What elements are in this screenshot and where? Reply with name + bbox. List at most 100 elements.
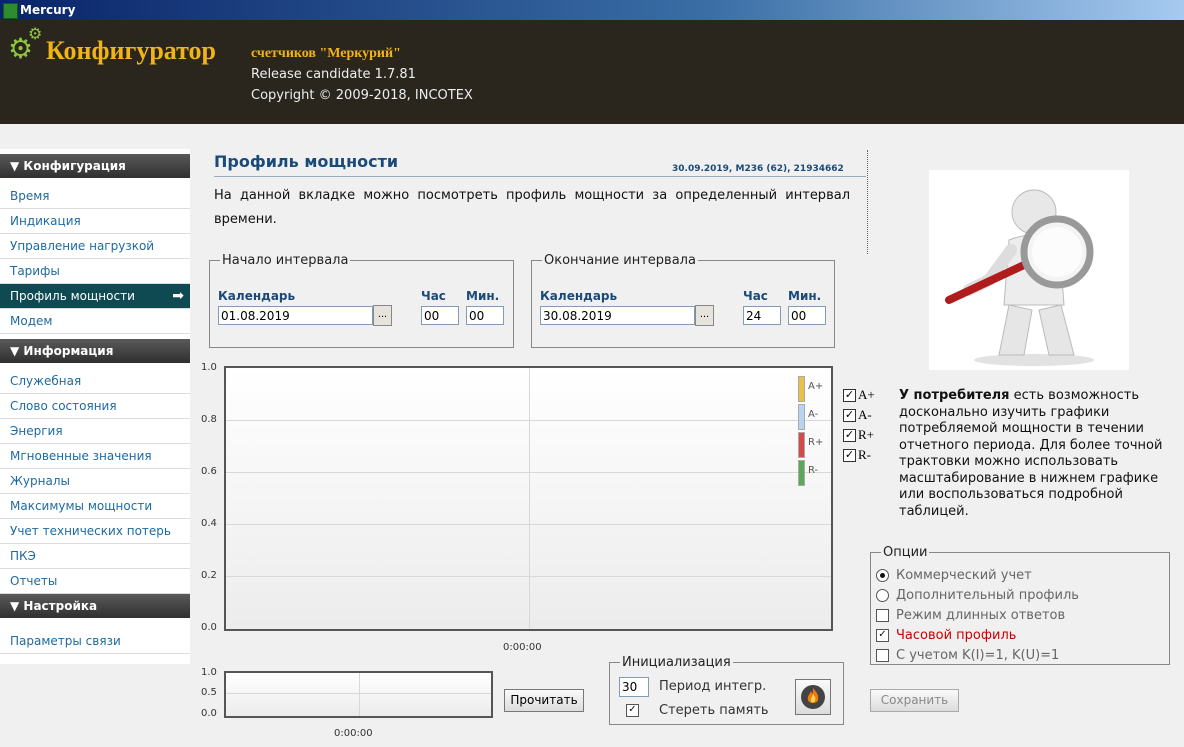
end-date-input[interactable]: 30.08.2019 — [540, 306, 695, 325]
sidebar-item-indication[interactable]: Индикация — [0, 209, 190, 234]
sidebar-item-label: Профиль мощности — [10, 289, 135, 303]
toggle-a-plus-label: A+ — [858, 387, 875, 402]
sidebar-item-load-control[interactable]: Управление нагрузкой — [0, 234, 190, 259]
window-title-bar: Mercury — [0, 0, 1184, 20]
hourly-profile-checkbox[interactable]: ✓ — [876, 629, 889, 642]
legend-label: A+ — [808, 381, 824, 392]
y-tick-label: 0.6 — [201, 466, 217, 477]
y-tick-label: 0.8 — [201, 414, 217, 425]
init-legend: Инициализация — [622, 655, 731, 670]
period-label: Период интегр. — [659, 679, 767, 694]
interval-start-legend: Начало интервала — [222, 253, 349, 268]
legend-label: A- — [808, 409, 819, 420]
app-subtitle: счетчиков "Меркурий" — [251, 46, 401, 61]
y-tick-label: 0.2 — [201, 570, 217, 581]
mini-y-tick-label: 0.5 — [201, 687, 217, 698]
small-gear-icon: ⚙ — [28, 24, 43, 43]
fire-init-button[interactable] — [795, 679, 831, 715]
start-min-label: Мин. — [466, 289, 500, 303]
end-hour-label: Час — [743, 289, 768, 303]
commercial-label: Коммерческий учет — [896, 568, 1032, 583]
start-hour-input[interactable]: 00 — [421, 306, 459, 325]
sidebar-item-reports[interactable]: Отчеты — [0, 569, 190, 594]
sidebar-item-service[interactable]: Служебная — [0, 369, 190, 394]
sidebar-section-config[interactable]: ▼ Конфигурация — [0, 154, 190, 178]
sidebar-item-tech-losses[interactable]: Учет технических потерь — [0, 519, 190, 544]
legend-swatch — [798, 460, 805, 486]
y-tick-label: 1.0 — [201, 362, 217, 373]
x-tick-label: 0:00:00 — [503, 642, 542, 653]
toggle-a-plus-checkbox[interactable]: ✓ — [843, 389, 856, 402]
legend-swatch — [798, 404, 805, 430]
release-version: Release candidate 1.7.81 — [251, 67, 416, 82]
mini-y-tick-label: 0.0 — [201, 708, 217, 719]
sidebar-item-connection-params[interactable]: Параметры связи — [0, 629, 190, 654]
grid-line — [359, 673, 360, 716]
sidebar-item-journals[interactable]: Журналы — [0, 469, 190, 494]
toggle-r-plus-checkbox[interactable]: ✓ — [843, 429, 856, 442]
app-title: Конфигуратор — [46, 36, 216, 65]
zoom-mini-chart[interactable] — [224, 671, 493, 718]
arrow-right-icon: ➡ — [172, 288, 184, 304]
long-answers-checkbox[interactable] — [876, 609, 889, 622]
side-info-text: У потребителя есть возможность доскональ… — [899, 388, 1169, 520]
sidebar-item-modem[interactable]: Модем — [0, 309, 190, 334]
hourly-profile-label: Часовой профиль — [896, 628, 1017, 643]
sidebar-item-pke[interactable]: ПКЭ — [0, 544, 190, 569]
sidebar-item-time[interactable]: Время — [0, 184, 190, 209]
start-calendar-label: Календарь — [218, 289, 296, 303]
side-info-body: есть возможность досконально изучить гра… — [899, 388, 1163, 519]
start-date-picker-button[interactable]: ... — [373, 305, 392, 326]
period-input[interactable]: 30 — [619, 677, 649, 697]
save-button[interactable]: Сохранить — [870, 689, 959, 712]
long-answers-label: Режим длинных ответов — [896, 608, 1066, 623]
legend-r-plus: R+ — [798, 432, 823, 458]
read-button[interactable]: Прочитать — [504, 689, 584, 712]
legend-swatch — [798, 432, 805, 458]
end-date-picker-button[interactable]: ... — [695, 305, 714, 326]
interval-end-legend: Окончание интервала — [544, 253, 696, 268]
erase-memory-label: Стереть память — [659, 703, 769, 718]
sidebar-section-info[interactable]: ▼ Информация — [0, 339, 190, 363]
fire-icon — [801, 685, 825, 709]
end-hour-input[interactable]: 24 — [743, 306, 781, 325]
y-tick-label: 0.4 — [201, 518, 217, 529]
start-hour-label: Час — [421, 289, 446, 303]
toggle-r-plus-label: R+ — [858, 427, 875, 442]
legend-a-plus: A+ — [798, 376, 824, 402]
legend-swatch — [798, 376, 805, 402]
sidebar-item-power-profile[interactable]: Профиль мощности ➡ — [0, 284, 190, 309]
with-k-checkbox[interactable] — [876, 649, 889, 662]
legend-a-minus: A- — [798, 404, 822, 430]
commercial-radio[interactable] — [876, 569, 889, 582]
sidebar-item-energy[interactable]: Энергия — [0, 419, 190, 444]
toggle-r-minus-checkbox[interactable]: ✓ — [843, 449, 856, 462]
sidebar-item-power-maximums[interactable]: Максимумы мощности — [0, 494, 190, 519]
sidebar-item-status-word[interactable]: Слово состояния — [0, 394, 190, 419]
legend-r-minus: R- — [798, 460, 822, 486]
sidebar-item-instant-values[interactable]: Мгновенные значения — [0, 444, 190, 469]
start-date-input[interactable]: 01.08.2019 — [218, 306, 373, 325]
copyright: Copyright © 2009-2018, INCOTEX — [251, 88, 473, 103]
toggle-a-minus-label: A- — [858, 407, 872, 422]
start-minute-input[interactable]: 00 — [466, 306, 504, 325]
erase-memory-checkbox[interactable]: ✓ — [626, 704, 639, 717]
page-title: Профиль мощности — [214, 152, 399, 171]
end-minute-input[interactable]: 00 — [788, 306, 826, 325]
grid-line — [529, 368, 530, 629]
additional-profile-radio[interactable] — [876, 589, 889, 602]
toggle-a-minus-checkbox[interactable]: ✓ — [843, 409, 856, 422]
legend-label: R- — [808, 465, 819, 476]
sidebar-item-tariffs[interactable]: Тарифы — [0, 259, 190, 284]
y-tick-label: 0.0 — [201, 622, 217, 633]
device-meta: 30.09.2019, М236 (62), 21934662 — [672, 164, 844, 174]
page-description: На данной вкладке можно посмотреть профи… — [214, 188, 850, 227]
power-profile-chart[interactable]: A+ A- R+ R- — [224, 366, 833, 631]
end-min-label: Мин. — [788, 289, 822, 303]
person-with-magnifier-icon — [945, 189, 1094, 366]
app-icon — [3, 3, 18, 19]
sidebar-section-settings[interactable]: ▼ Настройка — [0, 594, 190, 618]
side-info-bold: У потребителя — [899, 388, 1010, 403]
mini-x-tick-label: 0:00:00 — [334, 728, 373, 739]
magnifier-illustration — [929, 170, 1129, 370]
